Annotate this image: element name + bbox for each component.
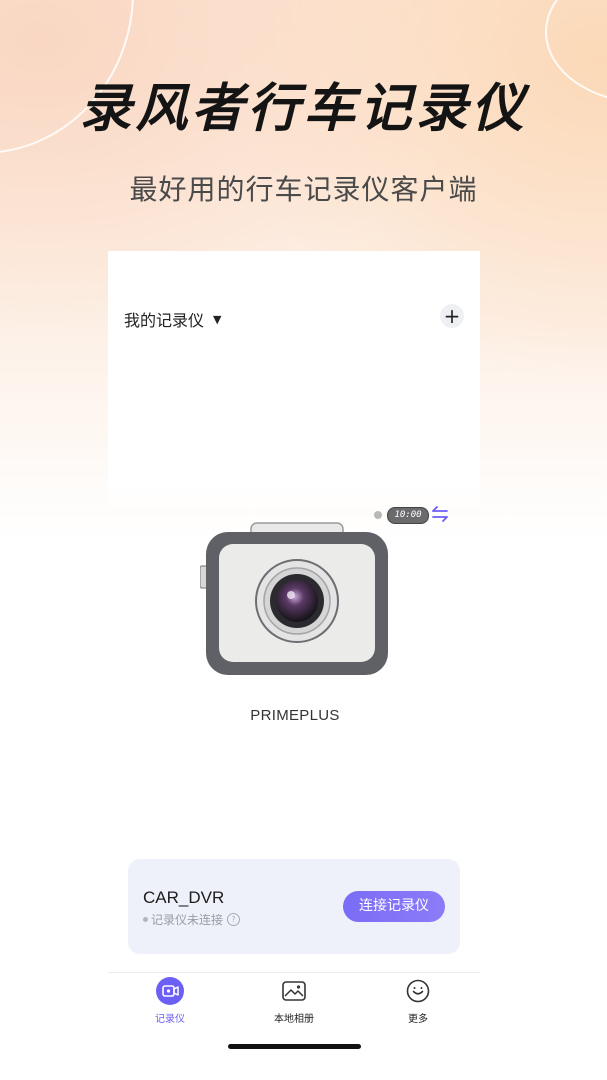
device-model-name: PRIMEPLUS — [250, 707, 340, 724]
device-name: CAR_DVR — [143, 888, 225, 907]
tab-local-album[interactable]: 本地相册 — [254, 975, 334, 1025]
connection-status-text: 记录仪未连接 — [151, 913, 224, 927]
tabbar-divider — [108, 972, 480, 973]
tab-dashcam[interactable]: 记录仪 — [130, 975, 210, 1025]
connection-status: 记录仪未连接 ? — [143, 911, 241, 928]
status-dot-icon — [374, 511, 382, 519]
status-dot-icon — [143, 917, 148, 922]
home-indicator[interactable] — [228, 1044, 361, 1049]
album-icon — [282, 981, 306, 1001]
connect-card: CAR_DVR 记录仪未连接 ? 连接记录仪 — [128, 859, 460, 954]
camera-image — [200, 522, 388, 675]
tab-more[interactable]: 更多 — [378, 975, 458, 1025]
add-device-button[interactable]: + — [440, 304, 464, 328]
caret-down-icon: ▼ — [213, 312, 222, 326]
swap-icon[interactable] — [431, 506, 449, 522]
dashcam-icon — [156, 977, 184, 1005]
clock-badge: 10:00 — [387, 507, 429, 524]
tab-label: 更多 — [408, 1014, 428, 1025]
hero-title: 录风者行车记录仪 — [79, 79, 528, 139]
device-selector-label: 我的记录仪 — [124, 311, 205, 330]
tab-label: 记录仪 — [155, 1014, 185, 1025]
smile-icon — [406, 979, 430, 1003]
hero-subtitle: 最好用的行车记录仪客户端 — [129, 173, 478, 206]
device-selector[interactable]: 我的记录仪 ▼ — [124, 307, 221, 331]
help-icon[interactable]: ? — [227, 913, 241, 926]
tab-label: 本地相册 — [274, 1014, 314, 1025]
connect-dashcam-button[interactable]: 连接记录仪 — [343, 891, 445, 922]
add-icon: + — [443, 304, 461, 328]
